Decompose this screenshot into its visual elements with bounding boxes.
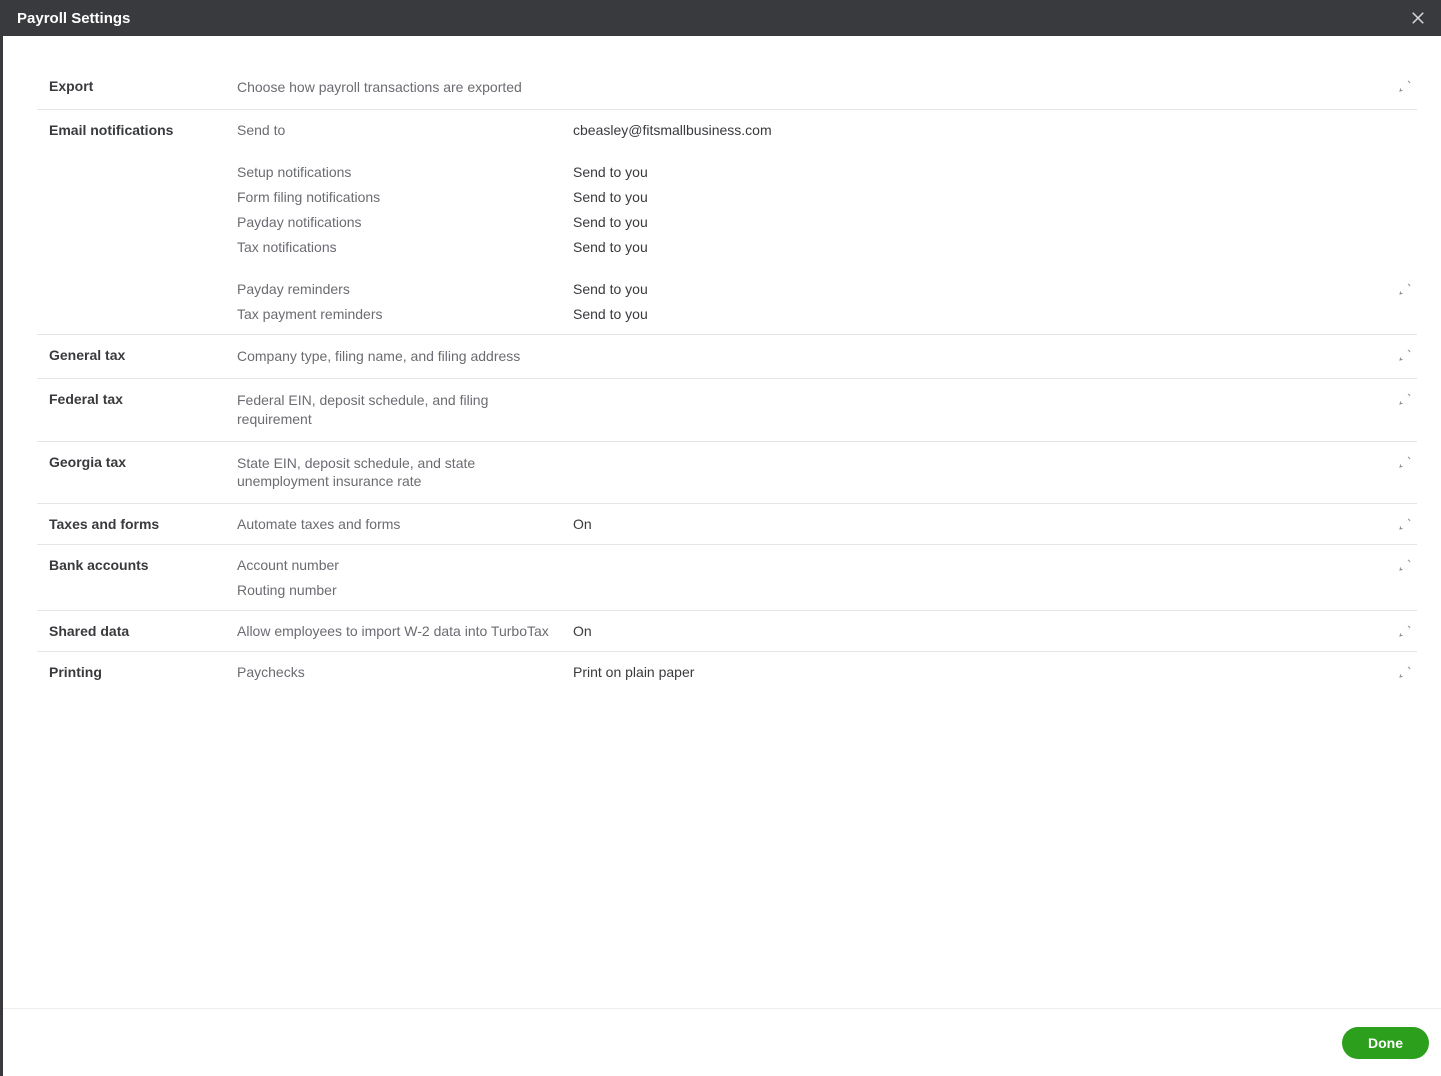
modal-footer: Done <box>3 1008 1441 1076</box>
modal-header: Payroll Settings <box>3 0 1441 36</box>
section-title-export: Export <box>49 78 237 97</box>
email-sendto-value: cbeasley@fitsmallbusiness.com <box>573 122 772 138</box>
shared-label: Allow employees to import W-2 data into … <box>237 623 573 639</box>
section-title-bank: Bank accounts <box>49 557 237 598</box>
federal-tax-desc: Federal EIN, deposit schedule, and filin… <box>237 391 507 429</box>
section-general-tax: General tax Company type, filing name, a… <box>37 335 1417 379</box>
taxes-forms-value: On <box>573 516 592 532</box>
bank-row-label: Account number <box>237 557 573 573</box>
section-title-shared: Shared data <box>49 623 237 639</box>
email-row-value: Send to you <box>573 214 648 230</box>
printing-label: Paychecks <box>237 664 573 680</box>
section-taxes-forms: Taxes and forms Automate taxes and forms… <box>37 504 1417 545</box>
pencil-icon[interactable] <box>1397 454 1413 470</box>
payroll-settings-modal: Payroll Settings Export Choose how payro… <box>0 0 1441 1076</box>
section-printing: Printing Paychecks Print on plain paper <box>37 652 1417 692</box>
email-row-value: Send to you <box>573 164 648 180</box>
email-row-value: Send to you <box>573 306 648 322</box>
section-title-taxes-forms: Taxes and forms <box>49 516 237 532</box>
section-title-general-tax: General tax <box>49 347 237 366</box>
georgia-tax-desc: State EIN, deposit schedule, and state u… <box>237 454 507 492</box>
section-title-printing: Printing <box>49 664 237 680</box>
section-title-email: Email notifications <box>49 122 237 322</box>
email-row-label: Payday notifications <box>237 214 573 230</box>
pencil-icon[interactable] <box>1397 516 1413 532</box>
email-row-label: Form filing notifications <box>237 189 573 205</box>
email-row-value: Send to you <box>573 189 648 205</box>
pencil-icon[interactable] <box>1397 623 1413 639</box>
pencil-icon[interactable] <box>1397 347 1413 363</box>
section-export: Export Choose how payroll transactions a… <box>37 66 1417 110</box>
section-title-federal-tax: Federal tax <box>49 391 237 429</box>
section-georgia-tax: Georgia tax State EIN, deposit schedule,… <box>37 442 1417 505</box>
email-row-value: Send to you <box>573 281 648 297</box>
pencil-icon[interactable] <box>1397 78 1413 94</box>
section-shared-data: Shared data Allow employees to import W-… <box>37 611 1417 652</box>
shared-value: On <box>573 623 592 639</box>
export-desc: Choose how payroll transactions are expo… <box>237 78 522 97</box>
close-icon[interactable] <box>1409 9 1427 27</box>
done-button[interactable]: Done <box>1342 1027 1429 1059</box>
email-sendto-label: Send to <box>237 122 573 138</box>
section-email-notifications: Email notifications Send to cbeasley@fit… <box>37 110 1417 335</box>
general-tax-desc: Company type, filing name, and filing ad… <box>237 347 520 366</box>
taxes-forms-label: Automate taxes and forms <box>237 516 573 532</box>
pencil-icon[interactable] <box>1397 557 1413 573</box>
email-row-label: Tax notifications <box>237 239 573 255</box>
pencil-icon[interactable] <box>1397 391 1413 407</box>
bank-row-label: Routing number <box>237 582 573 598</box>
section-bank-accounts: Bank accounts Account number Routing num… <box>37 545 1417 611</box>
printing-value: Print on plain paper <box>573 664 694 680</box>
email-row-label: Setup notifications <box>237 164 573 180</box>
section-title-georgia-tax: Georgia tax <box>49 454 237 492</box>
email-row-label: Tax payment reminders <box>237 306 573 322</box>
pencil-icon[interactable] <box>1397 664 1413 680</box>
modal-title: Payroll Settings <box>17 10 130 27</box>
modal-content: Export Choose how payroll transactions a… <box>3 36 1441 1008</box>
email-row-label: Payday reminders <box>237 281 573 297</box>
email-row-value: Send to you <box>573 239 648 255</box>
section-federal-tax: Federal tax Federal EIN, deposit schedul… <box>37 379 1417 442</box>
